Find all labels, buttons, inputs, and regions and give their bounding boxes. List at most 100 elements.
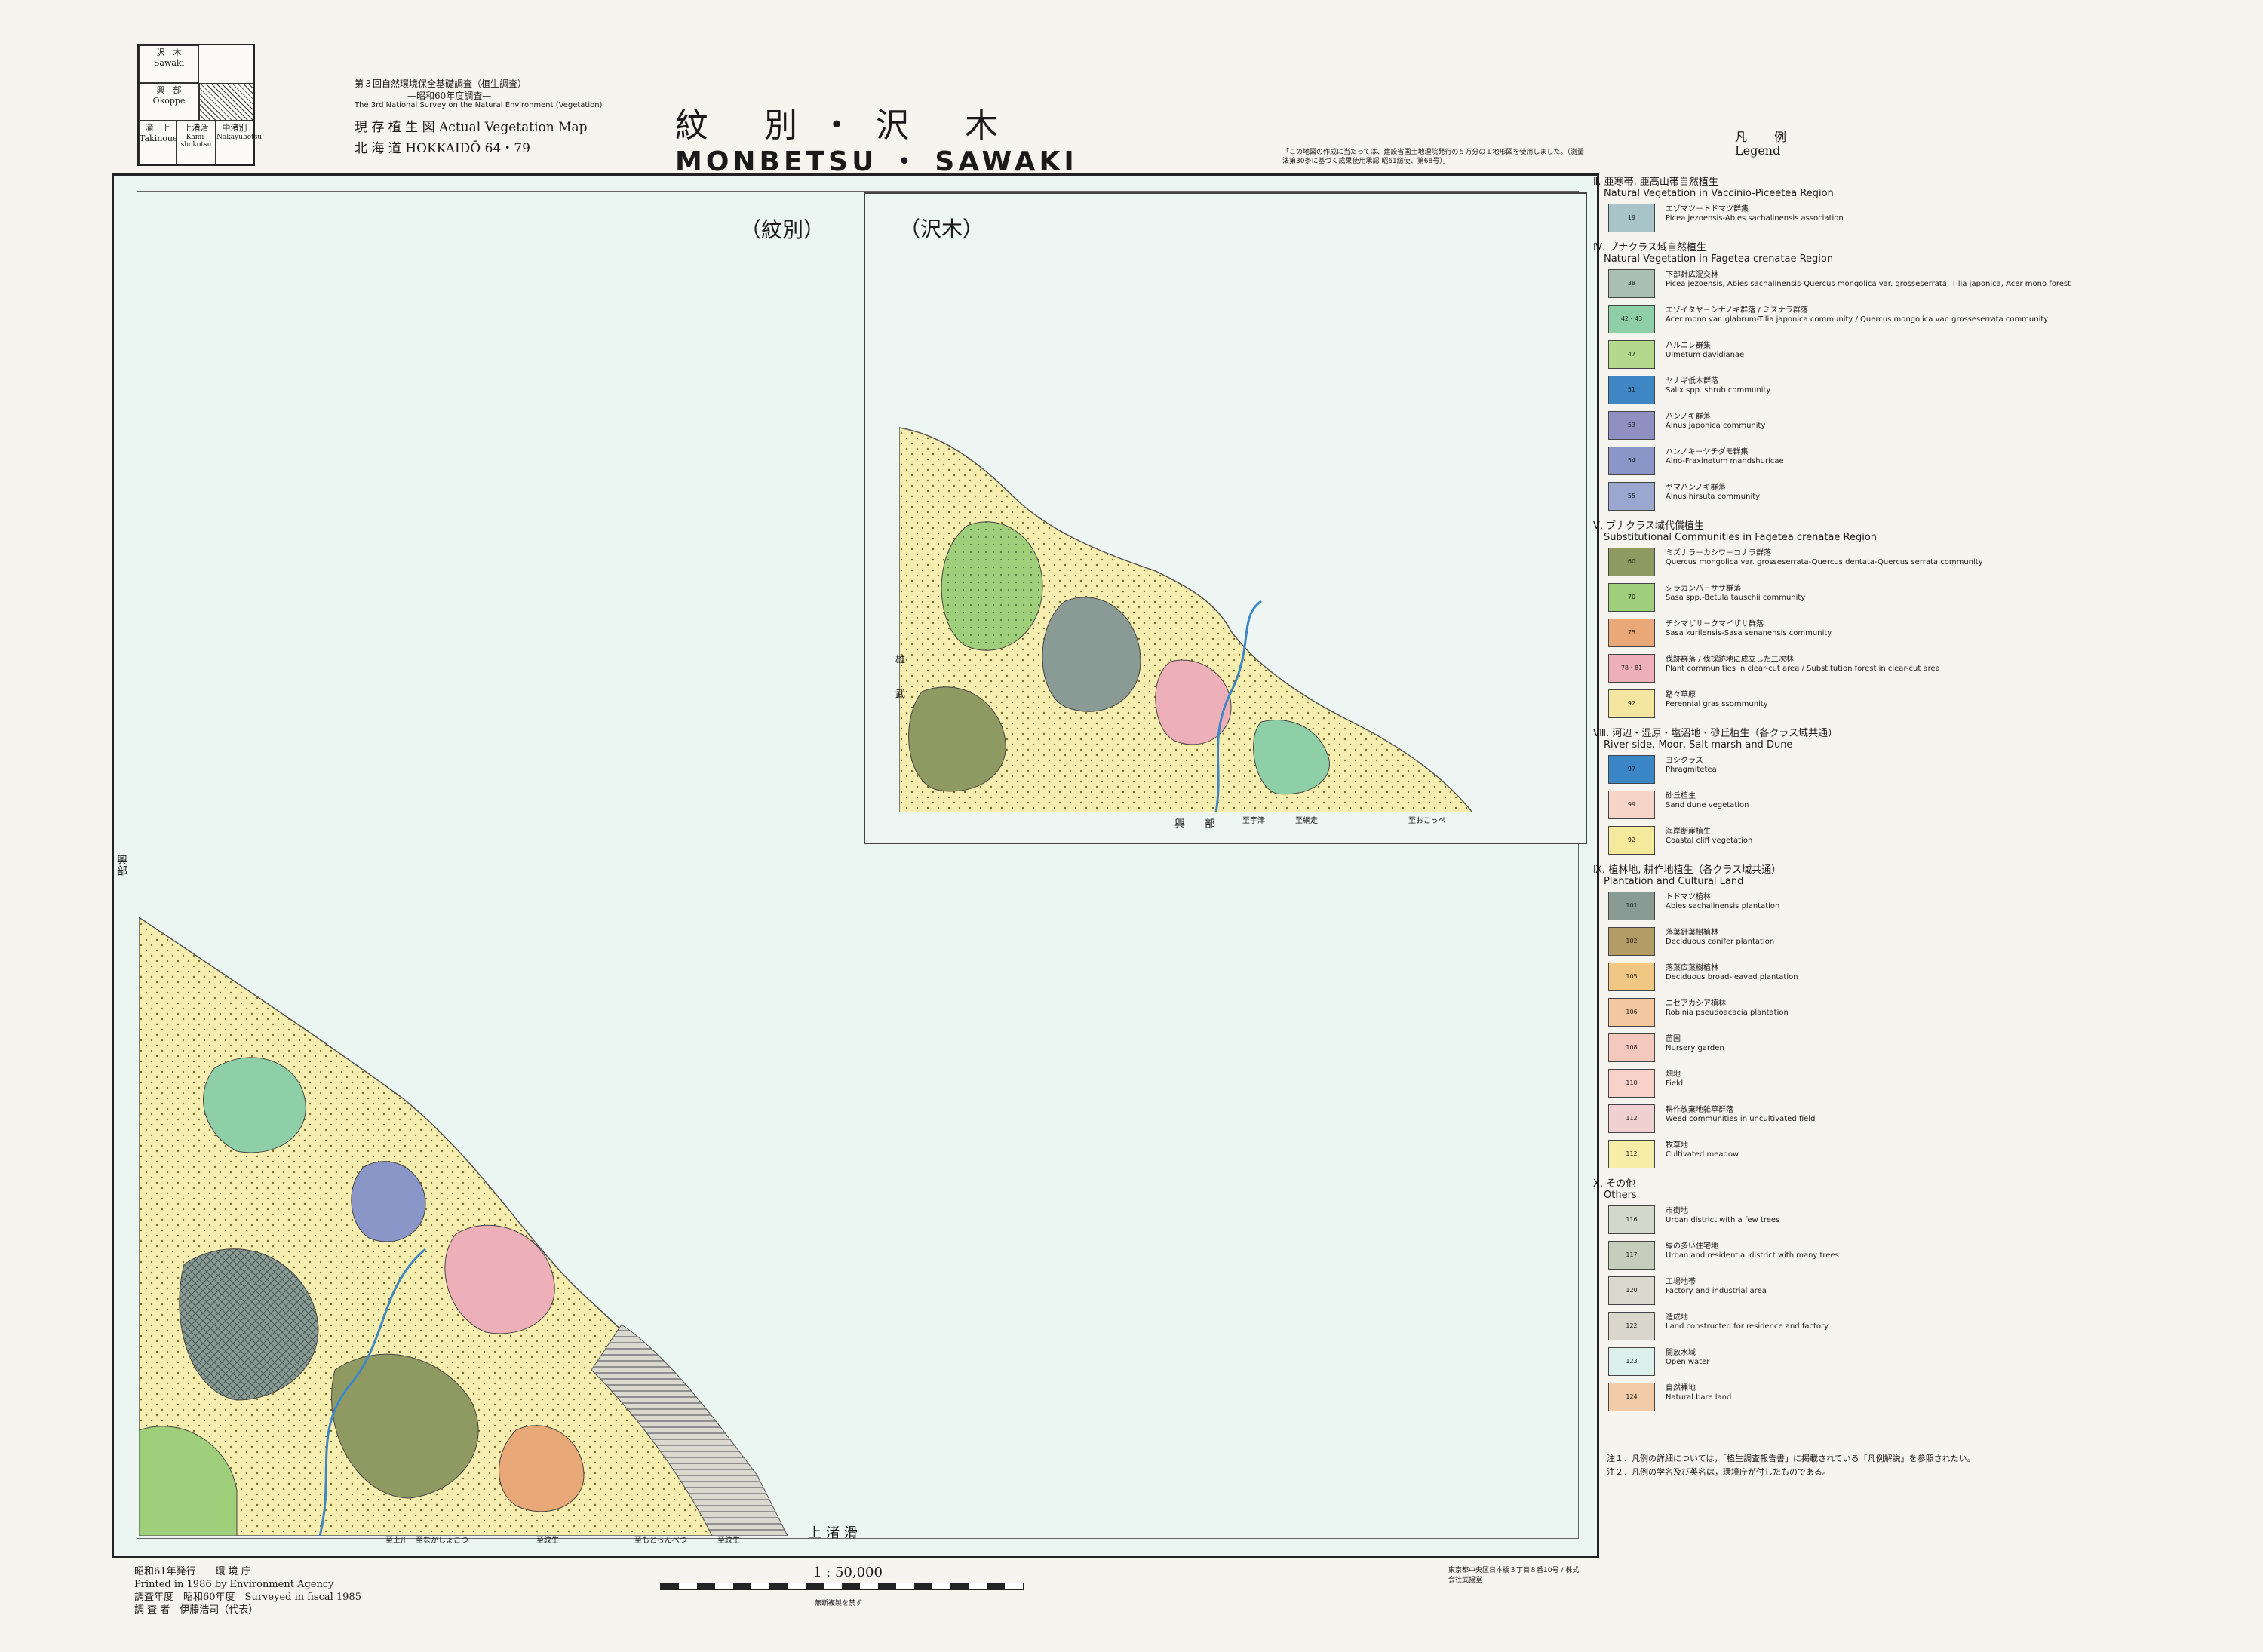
legend-item-jp: 海岸断崖植生 <box>1666 828 1711 836</box>
vegetation-patch <box>941 521 1043 651</box>
legend-item: 123 開放水域 Open water <box>1593 1343 2257 1378</box>
inset-map-sawaki: （沢木） 雄 武 興 部 至宇津 至網走 至おこっぺ <box>864 192 1587 844</box>
legend-item: 122 造成地 Land constructed for residence and… <box>1593 1307 2257 1343</box>
legend-item-jp: 耕作放棄地雑草群落 <box>1666 1106 1733 1114</box>
legend-swatch: 38 <box>1608 269 1655 298</box>
legend-item-jp: 畑地 <box>1666 1070 1681 1079</box>
legend-item-jp: 路々草原 <box>1666 691 1696 699</box>
legend-section: Ⅸ. 植林地, 耕作地植生（各クラス域共通） Plantation and Cul… <box>1593 864 2257 1171</box>
legend-item-jp: 落葉針葉樹植林 <box>1666 929 1718 937</box>
legend-item-en: Deciduous broad-leaved plantation <box>1666 973 1798 981</box>
legend-swatch: 106 <box>1608 998 1655 1027</box>
index-cell-sublabel: Nakayubetsu <box>216 134 263 141</box>
legend-swatch: 78・81 <box>1608 654 1655 683</box>
legend-item-text: トドマツ植林 Abies sachalinensis plantation <box>1666 893 1779 911</box>
scale-bar <box>660 1583 1024 1590</box>
route-destination: 至おこっぺ <box>1408 817 1446 825</box>
route-destination: 至網走 <box>1295 817 1318 825</box>
legend-item-en: Phragmitetea <box>1666 766 1717 774</box>
survey-title-jp: 第３回自然環境保全基礎調査（植生調査） <box>355 78 527 89</box>
legend-swatch: 120 <box>1608 1276 1655 1305</box>
legend-section-heading: Ⅳ. ブナクラス域自然植生 <box>1593 242 1707 253</box>
legend-swatch: 112 <box>1608 1140 1655 1168</box>
legend-item: 102 落葉針葉樹植林 Deciduous conifer plantation <box>1593 923 2257 958</box>
legend-item-en: Weed communities in uncultivated field <box>1666 1115 1816 1123</box>
legend-item: 53 ハンノキ群落 Alnus japonica community <box>1593 407 2257 442</box>
legend-item-en: Open water <box>1666 1358 1710 1366</box>
legend-item: 117 緑の多い住宅地 Urban and residential district… <box>1593 1236 2257 1272</box>
legend-item-en: Picea jezoensis-Abies sachalinensis asso… <box>1666 214 1844 223</box>
legend-item-text: エゾマツ－トドマツ群集 Picea jezoensis-Abies sachali… <box>1666 205 1844 223</box>
index-cell-sublabel: Kami-shokotsu <box>180 134 212 149</box>
legend-section: Ⅱ. 亜寒帯, 亜高山帯自然植生 Natural Vegetation in Va… <box>1593 177 2257 235</box>
index-cell-sublabel: Okoppe <box>152 96 186 106</box>
legend-item-text: 牧草地 Cultivated meadow <box>1666 1141 1739 1159</box>
bottom-neighbor-label: 上渚滑 <box>808 1525 862 1541</box>
legend-item-en: Perennial gras ssommunity <box>1666 700 1768 708</box>
legend-swatch: 42・43 <box>1608 305 1655 333</box>
legend-item-jp: 自然裸地 <box>1666 1384 1696 1393</box>
legend-swatch: 99 <box>1608 791 1655 819</box>
legend-item-text: ヤナギ低木群落 Salix spp. shrub community <box>1666 377 1770 395</box>
legend-item-en: Alnus hirsuta community <box>1666 493 1761 501</box>
legend-item-text: 造成地 Land constructed for residence and fa… <box>1666 1313 1829 1331</box>
index-cell-current-sheet <box>199 83 253 121</box>
legend-section-heading-en: Natural Vegetation in Vaccinio-Piceetea … <box>1604 188 1834 199</box>
legend-item-jp: シラカンバ－ササ群落 <box>1666 585 1741 593</box>
legend-item-text: チシマザサ－クマイザサ群落 Sasa kurilensis-Sasa senane… <box>1666 620 1832 638</box>
legend-section-heading: Ⅱ. 亜寒帯, 亜高山帯自然植生 <box>1593 177 1718 188</box>
map-scale: 1 : 50,000 <box>813 1564 883 1580</box>
legend-item-jp: 牧草地 <box>1666 1141 1688 1150</box>
legend-item-jp: 工場地帯 <box>1666 1278 1696 1286</box>
legend-swatch: 108 <box>1608 1033 1655 1062</box>
legend-item-text: ミズナラ－カシワ－コナラ群落 Quercus mongolica var. gro… <box>1666 549 1983 567</box>
legend-swatch: 19 <box>1608 204 1655 232</box>
legend-section-heading-en: River-side, Moor, Salt marsh and Dune <box>1604 739 1793 751</box>
index-cell-sublabel: Sawaki <box>153 58 185 68</box>
footer-imprint: 昭和61年発行 環 境 庁 Printed in 1986 by Environ… <box>134 1565 361 1617</box>
legend-section-heading-en: Natural Vegetation in Fagetea crenatae R… <box>1604 253 1834 265</box>
issue-line: 昭和61年発行 環 境 庁 <box>134 1566 251 1577</box>
legend-swatch: 110 <box>1608 1069 1655 1098</box>
legend-section: Ⅹ. その他 Others 116 市街地 Urban district with a … <box>1593 1178 2257 1414</box>
legend-item-en: Land constructed for residence and facto… <box>1666 1322 1829 1331</box>
legend-item-text: 路々草原 Perennial gras ssommunity <box>1666 691 1768 709</box>
legend-swatch: 53 <box>1608 411 1655 440</box>
legend-swatch: 97 <box>1608 755 1655 784</box>
legend-item-jp: エゾイタヤ－シナノキ群落 / ミズナラ群落 <box>1666 306 1808 315</box>
legend-item-en: Factory and industrial area <box>1666 1287 1767 1295</box>
legend-item-text: ヤマハンノキ群落 Alnus hirsuta community <box>1666 484 1760 502</box>
legend-item-jp: 市街地 <box>1666 1207 1688 1215</box>
legend-swatch: 101 <box>1608 892 1655 920</box>
legend-section: Ⅷ. 河辺・湿原・塩沼地・砂丘植生（各クラス域共通） River-side, Mo… <box>1593 728 2257 857</box>
legend-item-jp: 緑の多い住宅地 <box>1666 1242 1718 1251</box>
legend-item-en: Nursery garden <box>1666 1044 1724 1052</box>
legend-item-text: 開放水域 Open water <box>1666 1349 1709 1367</box>
legend-item-jp: ヤナギ低木群落 <box>1666 377 1718 385</box>
index-cell-label: 上渚滑 <box>183 123 209 133</box>
legend-section: Ⅴ. ブナクラス域代償植生 Substitutional Communities … <box>1593 520 2257 720</box>
legend-item-jp: ハンノキ群落 <box>1666 413 1711 421</box>
legend-item: 92 路々草原 Perennial gras ssommunity <box>1593 685 2257 720</box>
legend-item-jp: ハルニレ群集 <box>1666 342 1711 350</box>
legend-item: 51 ヤナギ低木群落 Salix spp. shrub community <box>1593 371 2257 407</box>
legend-section-heading: Ⅸ. 植林地, 耕作地植生（各クラス域共通） <box>1593 864 1782 876</box>
legend-swatch: 117 <box>1608 1241 1655 1270</box>
legend-section-heading-en: Others <box>1604 1190 1637 1201</box>
legend-item-text: 緑の多い住宅地 Urban and residential district wi… <box>1666 1242 1839 1260</box>
legend-item-en: Acer mono var. glabrum-Tilia japonica co… <box>1666 315 2049 324</box>
legend-item: 99 砂丘植生 Sand dune vegetation <box>1593 786 2257 821</box>
index-cell-label: 中渚別 <box>222 123 247 133</box>
region-sheet-number: 北 海 道 HOKKAIDŌ 64・79 <box>355 141 530 156</box>
legend-item-text: ヨシクラス Phragmitetea <box>1666 757 1717 775</box>
legend-item: 19 エゾマツ－トドマツ群集 Picea jezoensis-Abies sacha… <box>1593 199 2257 235</box>
legend-item: 70 シラカンバ－ササ群落 Sasa spp.-Betula tauschii co… <box>1593 579 2257 614</box>
legend-item-en: Abies sachalinensis plantation <box>1666 902 1780 910</box>
legend-item-en: Alnus japonica community <box>1666 422 1766 430</box>
legend-item-en: Robinia pseudoacacia plantation <box>1666 1009 1789 1017</box>
route-destination: 至宇津 <box>1242 817 1265 825</box>
topographic-source-note: 「この地図の作成に当たっては、建設省国土地理院発行の５万分の１地形図を使用しまし… <box>1282 149 1584 165</box>
legend-note: 注１．凡例の詳細については，「植生調査報告書」に掲載されている「凡例解説」を参照… <box>1607 1454 1976 1463</box>
reproduction-notice: 無断複製を禁ず <box>815 1600 863 1607</box>
legend-item-jp: ハンノキ－ヤチダモ群集 <box>1666 448 1749 456</box>
